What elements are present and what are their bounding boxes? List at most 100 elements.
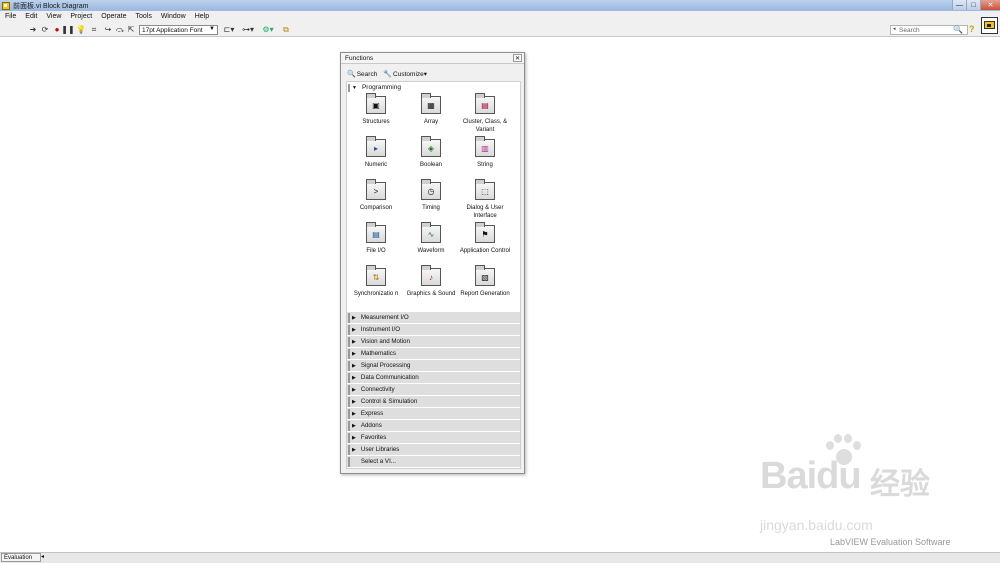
category-handle (348, 396, 350, 407)
step-out-icon[interactable]: ⇱ (127, 25, 135, 34)
run-arrow-icon[interactable]: ➜ (29, 25, 37, 34)
reorder-icon[interactable]: ⚙▾ (261, 25, 275, 34)
fn-report-generation[interactable]: ▧ Report Generation (456, 265, 514, 298)
fn-waveform[interactable]: ∿ Waveform (402, 222, 460, 255)
fn-file-io[interactable]: ▤ File I/O (347, 222, 405, 255)
step-into-icon[interactable]: ↪ (103, 25, 113, 34)
palette-search-button[interactable]: 🔍 Search (347, 70, 377, 79)
menu-tools[interactable]: Tools (135, 13, 151, 20)
category-row[interactable]: ▶ Favorites (347, 432, 520, 444)
structures-icon: ▣ (366, 93, 386, 114)
abort-icon[interactable]: ● (53, 25, 61, 34)
fn-boolean[interactable]: ◈ Boolean (402, 136, 460, 169)
retain-wire-values-icon[interactable]: ⌗ (89, 25, 99, 34)
palette-title: Functions (345, 54, 374, 62)
triangle-right-icon: ▶ (352, 338, 356, 345)
functions-palette[interactable]: Functions ✕ 🔍 Search 🔧 Customize▾ ▼ Prog… (340, 52, 525, 474)
category-handle (348, 348, 350, 359)
category-handle (348, 432, 350, 443)
category-row[interactable]: ▶ Measurement I/O (347, 312, 520, 324)
run-continuously-icon[interactable]: ⟳ (40, 25, 50, 34)
menu-edit[interactable]: Edit (25, 13, 37, 20)
watermark: Baidu 经验 jingyan.baidu.com LabVIEW Evalu… (760, 434, 995, 547)
menu-window[interactable]: Window (161, 13, 186, 20)
palette-title-bar[interactable]: Functions ✕ (341, 53, 524, 64)
maximize-button[interactable]: □ (966, 0, 980, 10)
triangle-right-icon: ▶ (352, 410, 356, 417)
evaluation-tab[interactable]: Evaluation (1, 553, 41, 562)
category-row[interactable]: ▶ Express (347, 408, 520, 420)
fn-cluster-class-variant[interactable]: ▤ Cluster, Class, & Variant (456, 93, 514, 134)
minimize-button[interactable]: — (952, 0, 966, 10)
highlight-execution-icon[interactable]: 💡 (76, 25, 86, 34)
category-programming-label: Programming (361, 84, 401, 91)
palette-close-icon[interactable]: ✕ (513, 54, 522, 62)
triangle-down-icon: ▼ (352, 84, 357, 91)
fn-application-control[interactable]: ⚑ Application Control (456, 222, 514, 255)
fn-string[interactable]: ▥ String (456, 136, 514, 169)
distribute-objects-icon[interactable]: ⊶▾ (241, 25, 255, 34)
horizontal-scrollbar[interactable] (0, 552, 1000, 563)
category-row[interactable]: ▶ Instrument I/O (347, 324, 520, 336)
category-list: ▶ Measurement I/O ▶ Instrument I/O ▶ Vision… (347, 312, 520, 468)
align-objects-icon[interactable]: ⊏▾ (222, 25, 236, 34)
pause-icon[interactable]: ❚❚ (61, 25, 74, 34)
clean-up-diagram-icon[interactable]: ⧉ (281, 25, 291, 34)
labview-vi-icon (2, 1, 10, 10)
fn-comparison[interactable]: > Comparison (347, 179, 405, 212)
category-programming[interactable]: ▼ Programming (347, 83, 520, 92)
menu-file[interactable]: File (5, 13, 16, 20)
category-row[interactable]: ▶ Mathematics (347, 348, 520, 360)
fn-structures[interactable]: ▣ Structures (347, 93, 405, 126)
category-handle (348, 372, 350, 383)
title-bar: 前面板.vi Block Diagram — □ ✕ (0, 0, 1000, 11)
sync-icon: ⇅ (366, 265, 386, 286)
dialog-icon: ⬚ (475, 179, 495, 200)
step-over-icon[interactable]: ⤼ (115, 25, 125, 34)
search-input[interactable]: Search (899, 27, 920, 34)
cluster-icon: ▤ (475, 93, 495, 114)
menu-operate[interactable]: Operate (101, 13, 126, 20)
fn-graphics-sound[interactable]: ♪ Graphics & Sound (402, 265, 460, 298)
category-row[interactable]: ▶ Data Communication (347, 372, 520, 384)
category-row[interactable]: ▶ Control & Simulation (347, 396, 520, 408)
triangle-right-icon: ▶ (352, 350, 356, 357)
category-handle (348, 420, 350, 431)
menu-bar: File Edit View Project Operate Tools Win… (0, 11, 1000, 22)
fn-array[interactable]: ▦ Array (402, 93, 460, 126)
fn-dialog-user-interface[interactable]: ⬚ Dialog & User Interface (456, 179, 514, 220)
category-row[interactable]: ▶ Vision and Motion (347, 336, 520, 348)
wrench-icon: 🔧 (383, 71, 393, 78)
menu-help[interactable]: Help (195, 13, 209, 20)
triangle-right-icon: ▶ (352, 422, 356, 429)
vi-connector-icon[interactable] (981, 17, 998, 34)
search-box[interactable]: ◂ Search 🔍 (890, 25, 968, 35)
triangle-right-icon: ▶ (352, 374, 356, 381)
triangle-right-icon: ▶ (352, 386, 356, 393)
category-row[interactable]: ▶ Signal Processing (347, 360, 520, 372)
category-handle (348, 312, 350, 323)
numeric-icon: ▸ (366, 136, 386, 157)
fn-timing[interactable]: ◷ Timing (402, 179, 460, 212)
file-io-icon: ▤ (366, 222, 386, 243)
fn-synchronization[interactable]: ⇅ Synchronizatio n (347, 265, 405, 298)
fn-numeric[interactable]: ▸ Numeric (347, 136, 405, 169)
scroll-left-icon[interactable]: ◂ (41, 553, 44, 560)
font-select[interactable]: 17pt Application Font ▼ (139, 25, 218, 35)
menu-view[interactable]: View (46, 13, 61, 20)
triangle-right-icon: ▶ (352, 398, 356, 405)
array-icon: ▦ (421, 93, 441, 114)
category-handle (348, 384, 350, 395)
font-select-value: 17pt Application Font (142, 26, 203, 34)
toolbar: ➜ ⟳ ● ❚❚ 💡 ⌗ ↪ ⤼ ⇱ 17pt Application Font… (0, 22, 1000, 37)
close-button[interactable]: ✕ (980, 0, 1000, 10)
palette-customize-button[interactable]: 🔧 Customize▾ (383, 70, 427, 78)
category-row[interactable]: ▶ User Libraries (347, 444, 520, 456)
select-a-vi[interactable]: ▶Select a VI... (347, 456, 520, 468)
menu-project[interactable]: Project (70, 13, 92, 20)
category-row[interactable]: ▶ Addons (347, 420, 520, 432)
context-help-icon[interactable]: ? (969, 24, 975, 34)
category-row[interactable]: ▶ Connectivity (347, 384, 520, 396)
app-control-icon: ⚑ (475, 222, 495, 243)
search-icon[interactable]: 🔍 (953, 25, 963, 34)
